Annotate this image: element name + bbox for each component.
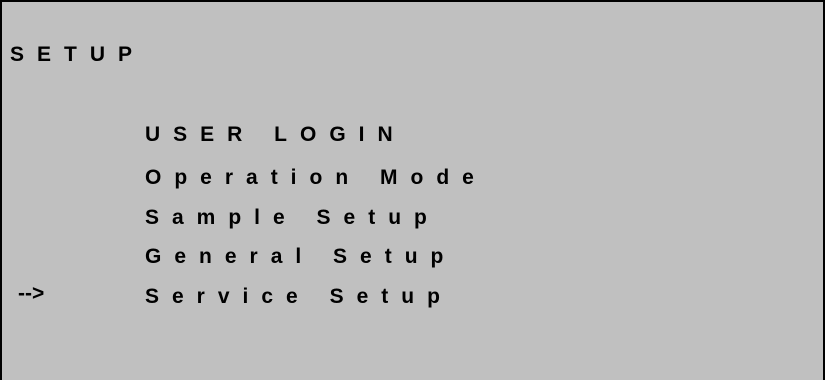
- menu-item-sample-setup[interactable]: Sample Setup: [145, 205, 440, 231]
- screen-title: SETUP: [10, 43, 146, 66]
- menu-item-service-setup[interactable]: Service Setup: [145, 284, 453, 310]
- menu-item-general-setup[interactable]: General Setup: [145, 244, 456, 270]
- setup-screen: SETUP USER LOGIN Operation Mode Sample S…: [0, 0, 825, 380]
- menu-item-user-login[interactable]: USER LOGIN: [145, 122, 406, 148]
- selection-arrow-icon: -->: [18, 282, 45, 305]
- menu-item-operation-mode[interactable]: Operation Mode: [145, 165, 487, 191]
